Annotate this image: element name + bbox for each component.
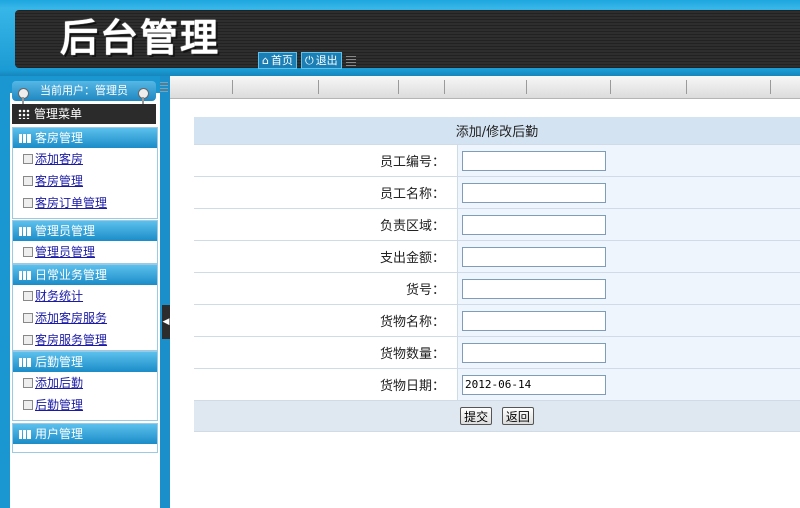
- menu-group-header[interactable]: 日常业务管理: [13, 265, 157, 285]
- logistics-form: 添加/修改后勤 员工编号： 员工名称： 负责区域： 支出金额： 货号： 货物名称…: [194, 117, 800, 432]
- group-title: 日常业务管理: [35, 268, 108, 282]
- divider: [686, 80, 687, 94]
- pin-icon: [138, 88, 149, 105]
- list-icon: [19, 134, 31, 143]
- grip-icon: [160, 80, 168, 92]
- employee-name-input[interactable]: [462, 182, 606, 203]
- menu-link[interactable]: 添加客房服务: [35, 311, 107, 325]
- page-icon: [23, 176, 33, 186]
- page-icon: [23, 291, 33, 301]
- page-icon: [23, 247, 33, 257]
- logout-label: 退出: [315, 53, 338, 67]
- menu-link[interactable]: 客房服务管理: [35, 333, 107, 347]
- home-icon: ⌂: [262, 53, 269, 67]
- sidebar-item-room-management[interactable]: 客房管理: [13, 170, 157, 192]
- form-title: 添加/修改后勤: [194, 117, 800, 145]
- menu-group-logistics: 后勤管理 添加后勤 后勤管理: [12, 351, 158, 421]
- field-label: 员工名称：: [194, 176, 458, 209]
- menu-link[interactable]: 财务统计: [35, 289, 83, 303]
- divider: [444, 80, 445, 94]
- divider: [610, 80, 611, 94]
- grip-icon: [345, 54, 356, 66]
- menu-link[interactable]: 添加客房: [35, 152, 83, 166]
- group-title: 管理员管理: [35, 224, 96, 238]
- back-button[interactable]: 返回: [501, 407, 534, 425]
- divider: [318, 80, 319, 94]
- menu-link[interactable]: 客房订单管理: [35, 196, 107, 210]
- employee-id-input[interactable]: [462, 150, 606, 171]
- toolbar-strip: [170, 76, 800, 99]
- area-input[interactable]: [462, 214, 606, 235]
- sidebar-item-add-service[interactable]: 添加客房服务: [13, 307, 157, 329]
- divider: [526, 80, 527, 94]
- field-label: 支出金额：: [194, 240, 458, 273]
- field-label: 货物名称：: [194, 304, 458, 337]
- field-label: 负责区域：: [194, 208, 458, 241]
- menu-link[interactable]: 管理员管理: [35, 245, 95, 259]
- page-icon: [23, 313, 33, 323]
- menu-group-header[interactable]: 后勤管理: [13, 352, 157, 372]
- pin-icon: [18, 88, 29, 105]
- page-icon: [23, 154, 33, 164]
- logo: 后台管理: [60, 16, 221, 60]
- current-user: 当前用户：管理员: [12, 81, 156, 101]
- menu-group-header[interactable]: 用户管理: [13, 424, 157, 444]
- sidebar-item-room-orders[interactable]: 客房订单管理: [13, 192, 157, 214]
- menu-link[interactable]: 后勤管理: [35, 398, 83, 412]
- list-icon: [19, 430, 31, 439]
- group-title: 用户管理: [35, 427, 84, 441]
- field-label: 货物日期：: [194, 368, 458, 401]
- form-actions: 提交 返回: [194, 400, 800, 432]
- menu-group-rooms: 客房管理 添加客房 客房管理 客房订单管理: [12, 127, 158, 219]
- sidebar-item-add-room[interactable]: 添加客房: [13, 148, 157, 170]
- sidebar-item-finance[interactable]: 财务统计: [13, 285, 157, 307]
- goods-number-input[interactable]: [462, 278, 606, 299]
- menu-group-header[interactable]: 客房管理: [13, 128, 157, 148]
- menu-title: 管理菜单: [34, 107, 83, 121]
- field-label: 货号：: [194, 272, 458, 305]
- sidebar-item-admin-management[interactable]: 管理员管理: [13, 241, 157, 263]
- sidebar-item-logistics-management[interactable]: 后勤管理: [13, 394, 157, 416]
- submit-button[interactable]: 提交: [460, 407, 493, 425]
- divider: [398, 80, 399, 94]
- divider: [770, 80, 771, 94]
- menu-group-header[interactable]: 管理员管理: [13, 221, 157, 241]
- collapse-sidebar-icon[interactable]: ◀: [162, 305, 170, 339]
- menu-link[interactable]: 添加后勤: [35, 376, 83, 390]
- list-icon: [19, 358, 31, 367]
- home-button[interactable]: ⌂ 首页: [258, 51, 297, 69]
- home-label: 首页: [270, 53, 293, 67]
- goods-quantity-input[interactable]: [462, 342, 606, 363]
- page-icon: [23, 378, 33, 388]
- list-icon: [19, 227, 31, 236]
- menu-link[interactable]: 客房管理: [35, 174, 83, 188]
- amount-input[interactable]: [462, 246, 606, 267]
- divider: [232, 80, 233, 94]
- grid-icon: [18, 109, 30, 119]
- sidebar-item-add-logistics[interactable]: 添加后勤: [13, 372, 157, 394]
- field-label: 员工编号：: [194, 144, 458, 177]
- logout-button[interactable]: ⏻ 退出: [300, 51, 342, 69]
- page-icon: [23, 198, 33, 208]
- menu-group-users: 用户管理: [12, 423, 158, 453]
- power-icon: ⏻: [304, 53, 314, 67]
- field-label: 货物数量：: [194, 336, 458, 369]
- sidebar-item-service-management[interactable]: 客房服务管理: [13, 329, 157, 351]
- goods-name-input[interactable]: [462, 310, 606, 331]
- group-title: 客房管理: [35, 131, 84, 145]
- page-icon: [23, 400, 33, 410]
- goods-date-input[interactable]: [462, 374, 606, 395]
- group-title: 后勤管理: [35, 355, 84, 369]
- sidebar-edge: [160, 76, 170, 508]
- page-icon: [23, 335, 33, 345]
- menu-header: 管理菜单: [12, 104, 156, 124]
- header: 后台管理 ⌂ 首页 ⏻ 退出: [0, 0, 800, 76]
- list-icon: [19, 271, 31, 280]
- menu-group-admins: 管理员管理 管理员管理: [12, 220, 158, 264]
- menu-group-daily: 日常业务管理 财务统计 添加客房服务 客房服务管理: [12, 264, 158, 351]
- top-nav: ⌂ 首页 ⏻ 退出: [258, 51, 356, 69]
